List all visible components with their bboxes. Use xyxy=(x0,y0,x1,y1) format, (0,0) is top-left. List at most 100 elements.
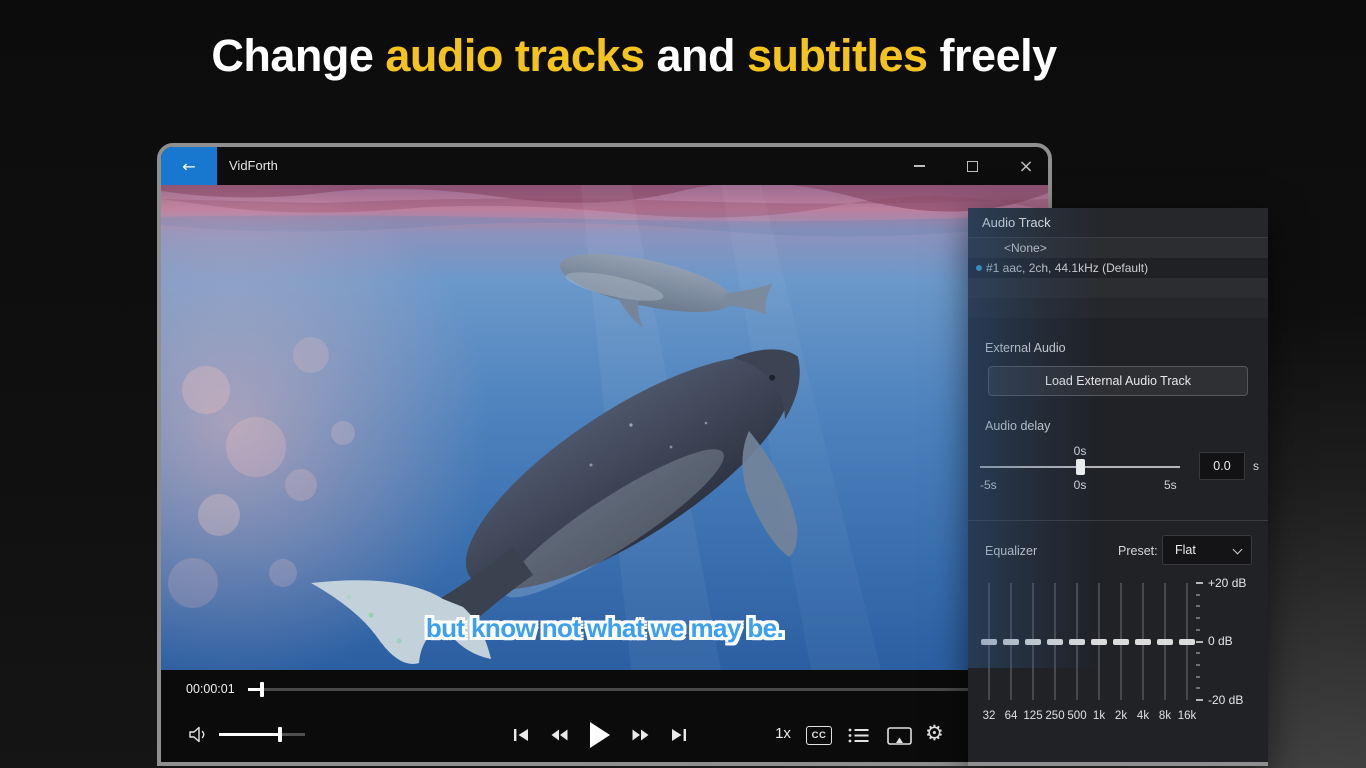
player-window: ← VidForth × xyxy=(157,143,1052,766)
eq-tick xyxy=(1196,699,1203,701)
playlist-button[interactable] xyxy=(848,727,869,747)
previous-button[interactable] xyxy=(513,727,529,743)
eq-tick xyxy=(1196,605,1200,607)
rewind-icon xyxy=(550,727,568,743)
page-title-part: freely xyxy=(928,30,1057,81)
maximize-icon xyxy=(967,161,978,172)
minimize-button[interactable] xyxy=(896,147,942,185)
skip-next-icon xyxy=(671,727,687,743)
eq-tick xyxy=(1196,652,1200,654)
chevron-down-icon xyxy=(1233,545,1243,555)
audio-delay-label: Audio delay xyxy=(985,419,1050,433)
eq-handle[interactable] xyxy=(1069,639,1085,645)
eq-tick xyxy=(1196,641,1203,643)
eq-handle[interactable] xyxy=(1047,639,1063,645)
volume-slider[interactable] xyxy=(219,733,305,736)
volume-icon[interactable] xyxy=(188,725,210,744)
selected-track-dot xyxy=(976,265,982,271)
minimize-icon xyxy=(914,165,925,167)
video-viewport[interactable]: but know not what we may be. xyxy=(161,185,1048,670)
audio-track-header: Audio Track xyxy=(968,208,1268,238)
current-time: 00:00:01 xyxy=(186,682,235,696)
eq-handle[interactable] xyxy=(1003,639,1019,645)
playback-speed-button[interactable]: 1x xyxy=(767,725,799,742)
whale-video-frame xyxy=(161,185,1048,670)
fast-forward-icon xyxy=(632,727,650,743)
controls-row: 1x CC ⚙ xyxy=(161,708,1048,762)
audio-track-option-none[interactable]: <None> xyxy=(968,238,1268,258)
page-title-accent-subtitles: subtitles xyxy=(747,30,928,81)
page-title-part: and xyxy=(644,30,747,81)
video-subtitle: but know not what we may be. xyxy=(161,613,1048,644)
titlebar: ← VidForth × xyxy=(161,147,1048,185)
eq-scale-mid-label: 0 dB xyxy=(1208,634,1233,648)
subtitles-cc-button[interactable]: CC xyxy=(806,726,832,745)
eq-handle[interactable] xyxy=(1025,639,1041,645)
load-external-audio-button[interactable]: Load External Audio Track xyxy=(988,366,1248,396)
settings-button[interactable]: ⚙ xyxy=(925,721,944,745)
eq-tick xyxy=(1196,676,1200,678)
fast-forward-button[interactable] xyxy=(632,727,650,743)
eq-tick xyxy=(1196,594,1200,596)
audio-delay-value: 0s xyxy=(1065,444,1095,458)
eq-handle[interactable] xyxy=(981,639,997,645)
page-title-accent-audio-tracks: audio tracks xyxy=(385,30,644,81)
equalizer-label: Equalizer xyxy=(985,544,1037,558)
window-title: VidForth xyxy=(229,158,278,173)
close-icon: × xyxy=(1018,156,1033,177)
picture-in-picture-icon xyxy=(887,727,912,746)
eq-scale-top-label: +20 dB xyxy=(1208,576,1246,590)
eq-handle[interactable] xyxy=(1113,639,1129,645)
rewind-button[interactable] xyxy=(550,727,568,743)
audio-track-row-empty xyxy=(968,278,1268,298)
audio-delay-min-label: -5s xyxy=(980,478,997,492)
eq-band-label: 16k xyxy=(1169,710,1205,722)
section-divider xyxy=(968,520,1268,521)
preset-value: Flat xyxy=(1175,543,1196,557)
play-icon xyxy=(589,721,611,749)
eq-handle[interactable] xyxy=(1135,639,1151,645)
page-title: Change audio tracks and subtitles freely xyxy=(0,30,1268,82)
timeline-row: 00:00:01 xyxy=(161,670,1048,708)
audio-delay-handle[interactable] xyxy=(1076,459,1085,475)
eq-handle[interactable] xyxy=(1157,639,1173,645)
player-control-bar: 00:00:01 xyxy=(161,670,1048,762)
next-button[interactable] xyxy=(671,727,687,743)
volume-handle[interactable] xyxy=(278,727,282,742)
audio-track-option-label: #1 aac, 2ch, 44.1kHz (Default) xyxy=(986,261,1148,275)
audio-track-option-default[interactable]: #1 aac, 2ch, 44.1kHz (Default) xyxy=(968,258,1268,278)
maximize-button[interactable] xyxy=(949,147,995,185)
volume-fill xyxy=(219,733,280,736)
eq-tick xyxy=(1196,629,1200,631)
picture-in-picture-button[interactable] xyxy=(887,727,912,749)
back-button[interactable]: ← xyxy=(161,147,217,185)
audio-delay-slider[interactable] xyxy=(980,459,1180,475)
external-audio-label: External Audio xyxy=(985,341,1066,355)
play-button[interactable] xyxy=(589,721,611,749)
eq-tick xyxy=(1196,617,1200,619)
eq-tick xyxy=(1196,664,1200,666)
transport-controls xyxy=(513,708,687,762)
audio-delay-max-label: 5s xyxy=(1164,478,1177,492)
eq-tick xyxy=(1196,582,1203,584)
eq-scale-bottom-label: -20 dB xyxy=(1208,693,1243,707)
close-button[interactable]: × xyxy=(1003,147,1049,185)
eq-tick xyxy=(1196,687,1200,689)
preset-dropdown[interactable]: Flat xyxy=(1162,535,1252,565)
audio-delay-mid-label: 0s xyxy=(1065,478,1095,492)
eq-handle[interactable] xyxy=(1091,639,1107,645)
skip-previous-icon xyxy=(513,727,529,743)
audio-delay-unit: s xyxy=(1253,459,1259,473)
eq-scale-ticks xyxy=(1196,582,1204,702)
back-arrow-icon: ← xyxy=(182,157,195,176)
audio-settings-panel: Audio Track <None> #1 aac, 2ch, 44.1kHz … xyxy=(968,208,1268,766)
seek-handle[interactable] xyxy=(260,682,264,697)
cc-icon: CC xyxy=(812,730,827,741)
preset-label: Preset: xyxy=(1118,544,1158,558)
audio-delay-input[interactable] xyxy=(1199,452,1245,480)
page-title-part: Change xyxy=(211,30,385,81)
gear-icon: ⚙ xyxy=(925,721,944,745)
seek-bar[interactable] xyxy=(248,688,1048,691)
eq-handle[interactable] xyxy=(1179,639,1195,645)
playlist-icon xyxy=(848,727,869,744)
